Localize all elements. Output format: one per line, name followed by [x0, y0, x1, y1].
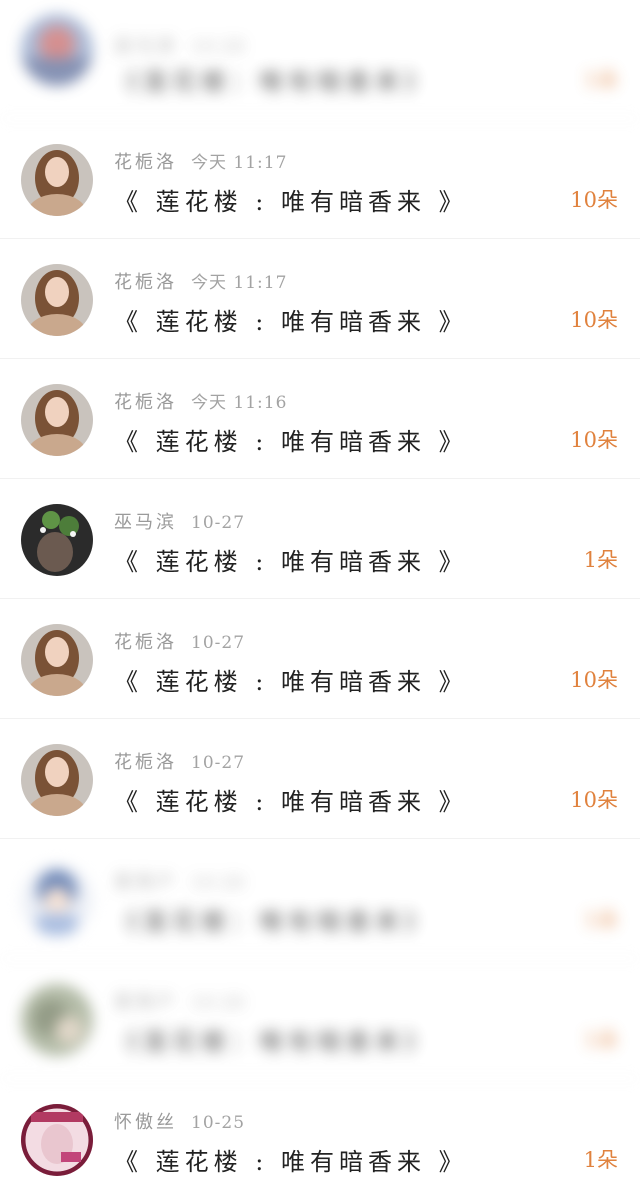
avatar[interactable]: [21, 864, 93, 936]
list-item[interactable]: 巫马滨 10-28 《莲花楼：唯有暗香来》 1朵: [0, 0, 640, 119]
avatar[interactable]: [21, 14, 93, 86]
list-item[interactable]: 巫马滨 10-27 《 莲花楼 : 唯有暗香来 》 1朵: [0, 480, 640, 599]
gift-amount: 10朵: [570, 308, 618, 332]
user-avatar-icon: [21, 384, 93, 456]
avatar[interactable]: [21, 504, 93, 576]
book-title[interactable]: 《莲花楼：唯有暗香来》: [114, 1022, 433, 1057]
sender-name[interactable]: 花栀洛: [114, 752, 177, 773]
user-avatar-icon: [21, 264, 93, 336]
user-avatar-icon: [21, 1104, 93, 1176]
gift-amount: 1朵: [583, 68, 618, 92]
sender-name[interactable]: 某用户: [114, 872, 177, 893]
gift-amount: 1朵: [583, 1148, 618, 1172]
send-time: 今天 11:17: [191, 153, 288, 173]
user-avatar-icon: [21, 984, 93, 1056]
book-title[interactable]: 《 莲花楼 : 唯有暗香来 》: [114, 302, 468, 337]
book-title[interactable]: 《 莲花楼 : 唯有暗香来 》: [114, 542, 468, 577]
send-time: 10-28: [191, 37, 246, 57]
sender-meta: 花栀洛 10-27: [114, 748, 245, 774]
user-avatar-icon: [21, 624, 93, 696]
list-item[interactable]: 花栀洛 今天 11:17 《 莲花楼 : 唯有暗香来 》 10朵: [0, 240, 640, 359]
avatar[interactable]: [21, 624, 93, 696]
sender-meta: 巫马滨 10-28: [114, 32, 245, 58]
avatar[interactable]: [21, 384, 93, 456]
book-title[interactable]: 《 莲花楼 : 唯有暗香来 》: [114, 422, 468, 457]
gift-amount: 10朵: [570, 788, 618, 812]
send-time: 今天 11:16: [191, 393, 288, 413]
gift-amount: 1朵: [583, 548, 618, 572]
sender-name[interactable]: 花栀洛: [114, 392, 177, 413]
gift-amount: 10朵: [570, 428, 618, 452]
send-time: 10-27: [191, 753, 246, 773]
avatar[interactable]: [21, 744, 93, 816]
send-time: 10-27: [191, 633, 246, 653]
gift-amount: 1朵: [583, 908, 618, 932]
list-item[interactable]: 某用户 10-26 《莲花楼：唯有暗香来》 1朵: [0, 840, 640, 959]
send-time: 10-27: [191, 513, 246, 533]
sender-name[interactable]: 巫马滨: [114, 36, 177, 57]
book-title[interactable]: 《 莲花楼 : 唯有暗香来 》: [114, 1142, 468, 1177]
gift-amount: 10朵: [570, 188, 618, 212]
sender-meta: 某用户 10-26: [114, 988, 245, 1014]
avatar[interactable]: [21, 264, 93, 336]
sender-meta: 花栀洛 今天 11:16: [114, 388, 287, 414]
book-title[interactable]: 《 莲花楼 : 唯有暗香来 》: [114, 782, 468, 817]
avatar[interactable]: [21, 984, 93, 1056]
book-title[interactable]: 《 莲花楼 : 唯有暗香来 》: [114, 182, 468, 217]
sender-name[interactable]: 巫马滨: [114, 512, 177, 533]
sender-name[interactable]: 花栀洛: [114, 272, 177, 293]
send-time: 今天 11:17: [191, 273, 288, 293]
sender-meta: 花栀洛 今天 11:17: [114, 148, 287, 174]
book-title[interactable]: 《莲花楼：唯有暗香来》: [114, 62, 433, 97]
sender-name[interactable]: 花栀洛: [114, 632, 177, 653]
avatar[interactable]: [21, 1104, 93, 1176]
list-item[interactable]: 花栀洛 10-27 《 莲花楼 : 唯有暗香来 》 10朵: [0, 600, 640, 719]
list-item[interactable]: 怀傲丝 10-25 《 莲花楼 : 唯有暗香来 》 1朵: [0, 1080, 640, 1190]
book-title[interactable]: 《 莲花楼 : 唯有暗香来 》: [114, 662, 468, 697]
send-time: 10-26: [191, 873, 246, 893]
list-item[interactable]: 花栀洛 今天 11:17 《 莲花楼 : 唯有暗香来 》 10朵: [0, 120, 640, 239]
sender-meta: 巫马滨 10-27: [114, 508, 245, 534]
gift-amount: 10朵: [570, 668, 618, 692]
user-avatar-icon: [21, 504, 93, 576]
user-avatar-icon: [21, 864, 93, 936]
sender-meta: 某用户 10-26: [114, 868, 245, 894]
list-item[interactable]: 某用户 10-26 《莲花楼：唯有暗香来》 1朵: [0, 960, 640, 1079]
send-time: 10-26: [191, 993, 246, 1013]
avatar[interactable]: [21, 144, 93, 216]
sender-meta: 花栀洛 今天 11:17: [114, 268, 287, 294]
sender-meta: 花栀洛 10-27: [114, 628, 245, 654]
gift-amount: 1朵: [583, 1028, 618, 1052]
sender-name[interactable]: 怀傲丝: [114, 1112, 177, 1133]
sender-name[interactable]: 花栀洛: [114, 152, 177, 173]
gift-record-list: 巫马滨 10-28 《莲花楼：唯有暗香来》 1朵 花栀洛 今天 11:17 《 莲花…: [0, 0, 640, 1190]
sender-meta: 怀傲丝 10-25: [114, 1108, 245, 1134]
book-title[interactable]: 《莲花楼：唯有暗香来》: [114, 902, 433, 937]
user-avatar-icon: [21, 14, 93, 86]
send-time: 10-25: [191, 1113, 246, 1133]
user-avatar-icon: [21, 144, 93, 216]
list-item[interactable]: 花栀洛 10-27 《 莲花楼 : 唯有暗香来 》 10朵: [0, 720, 640, 839]
user-avatar-icon: [21, 744, 93, 816]
list-item[interactable]: 花栀洛 今天 11:16 《 莲花楼 : 唯有暗香来 》 10朵: [0, 360, 640, 479]
sender-name[interactable]: 某用户: [114, 992, 177, 1013]
